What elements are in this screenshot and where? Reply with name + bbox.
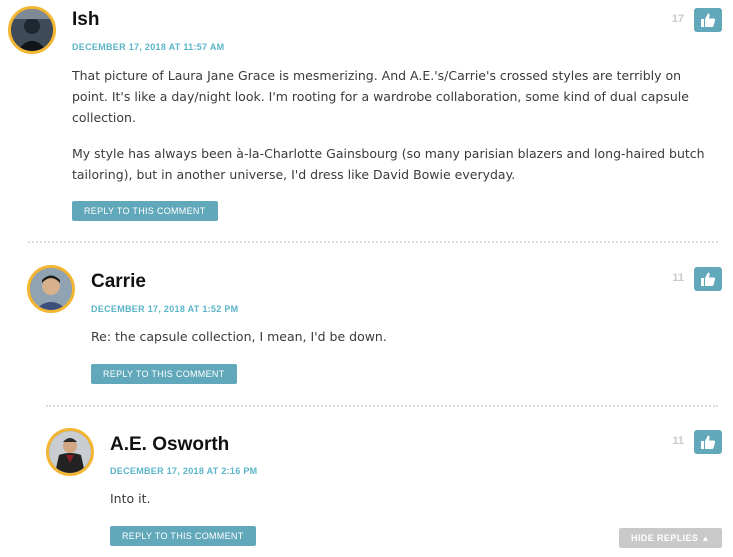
comment-date[interactable]: December 17, 2018 at 11:57 am	[72, 42, 224, 52]
thumbs-up-icon	[701, 272, 716, 286]
like-button[interactable]	[694, 8, 722, 32]
thumbs-up-icon	[701, 13, 716, 27]
comment-date[interactable]: December 17, 2018 at 1:52 pm	[91, 304, 238, 314]
avatar[interactable]	[8, 6, 56, 54]
comment-body: Into it.	[110, 488, 610, 509]
comment-paragraph: Re: the capsule collection, I mean, I'd …	[91, 329, 387, 344]
reply-button[interactable]: Reply to this comment	[72, 201, 218, 221]
reply-button[interactable]: Reply to this comment	[110, 526, 256, 546]
comment-body: That picture of Laura Jane Grace is mesm…	[72, 65, 712, 185]
avatar[interactable]	[27, 265, 75, 313]
comment-divider	[28, 241, 718, 243]
comment-paragraph: My style has always been à-la-Charlotte …	[72, 146, 705, 182]
hide-replies-button[interactable]: Hide replies ▲	[619, 528, 722, 548]
comment-paragraph: That picture of Laura Jane Grace is mesm…	[72, 68, 689, 125]
comment-date[interactable]: December 17, 2018 at 2:16 pm	[110, 466, 257, 476]
comment-author[interactable]: Ish	[72, 9, 99, 31]
thumbs-up-icon	[701, 435, 716, 449]
vote-count: 17	[671, 13, 684, 25]
like-button[interactable]	[694, 430, 722, 454]
comment-author[interactable]: Carrie	[91, 271, 146, 293]
vote-count: 11	[672, 272, 684, 284]
like-button[interactable]	[694, 267, 722, 291]
comment-body: Re: the capsule collection, I mean, I'd …	[91, 326, 691, 347]
avatar[interactable]	[46, 428, 94, 476]
vote-count: 11	[672, 435, 684, 447]
comment-divider	[46, 405, 718, 407]
comment-paragraph: Into it.	[110, 491, 151, 506]
comment-author[interactable]: A.E. Osworth	[110, 434, 229, 456]
triangle-up-icon: ▲	[701, 534, 710, 543]
hide-replies-label: Hide replies	[631, 533, 699, 543]
reply-button[interactable]: Reply to this comment	[91, 364, 237, 384]
